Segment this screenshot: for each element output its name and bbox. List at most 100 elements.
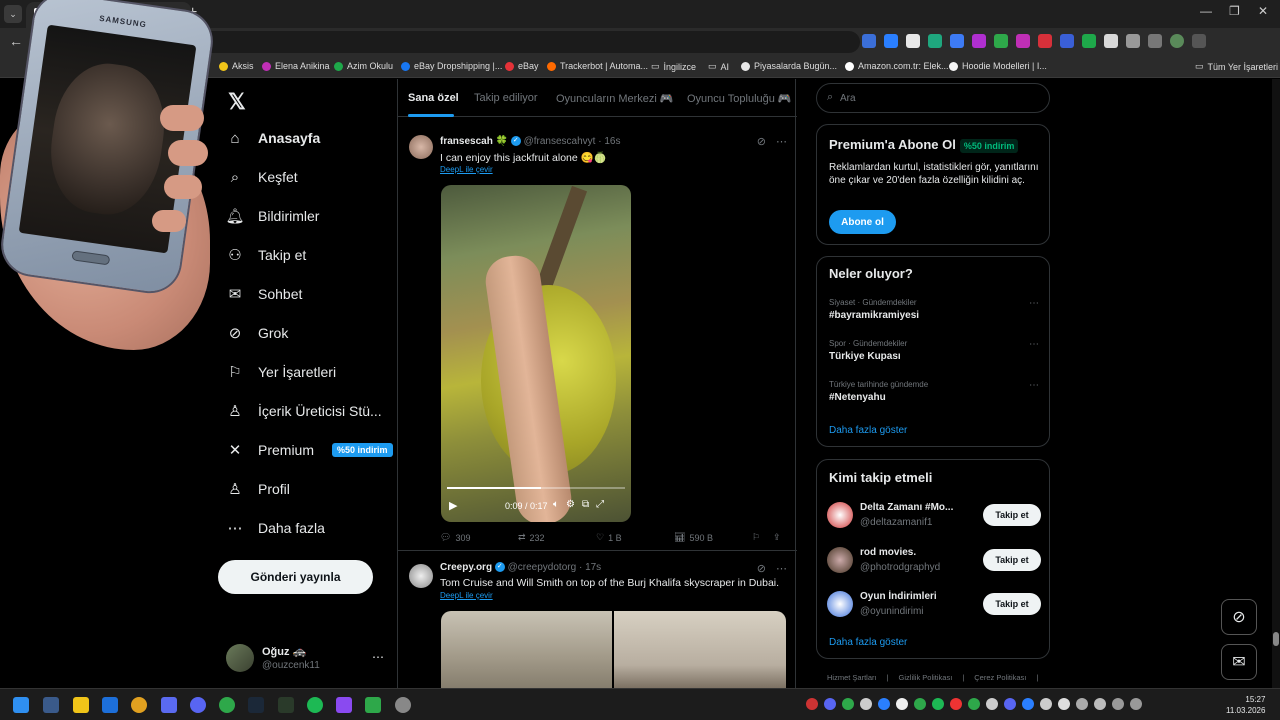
scrollbar[interactable]: [1272, 79, 1280, 688]
tray-icon[interactable]: [986, 698, 998, 710]
taskbar-clock[interactable]: 15:27 11.03.2026: [1226, 694, 1265, 716]
tray-icon[interactable]: [914, 698, 926, 710]
bookmark-item[interactable]: Trackerbot | Automa...: [547, 61, 648, 71]
more-icon[interactable]: ⋯: [1029, 298, 1039, 309]
fullscreen-icon[interactable]: ⤢: [596, 499, 604, 510]
tray-icon[interactable]: [1004, 698, 1016, 710]
tray-icon[interactable]: [932, 698, 944, 710]
retweet-button[interactable]: ⇄ 232: [518, 532, 545, 543]
back-icon[interactable]: ←: [9, 33, 23, 49]
more-icon[interactable]: ⋯: [1029, 380, 1039, 391]
follow-button[interactable]: Takip et: [983, 504, 1041, 526]
account-switcher[interactable]: Oğuz 🚓 @ouzcenk11 ⋯: [226, 642, 386, 674]
steam-icon[interactable]: [248, 697, 264, 713]
maximize-icon[interactable]: ❐: [1229, 4, 1240, 18]
search-input[interactable]: ⌕ Ara: [816, 83, 1050, 113]
tweet[interactable]: Creepy.org ✓ @creepydotorg · 17s ⊘ ⋯ Tom…: [398, 552, 797, 688]
bookmark-item[interactable]: eBay Dropshipping |...: [401, 61, 502, 71]
nav-chat[interactable]: ✉ Sohbet: [226, 285, 303, 303]
battery-icon[interactable]: [1076, 698, 1088, 710]
bookmark-item[interactable]: ▭ AI: [708, 61, 729, 72]
tray-icon[interactable]: [806, 698, 818, 710]
tweet-image[interactable]: [441, 611, 786, 688]
nav-follow[interactable]: ⚇ Takip et: [226, 246, 306, 264]
tray-icon[interactable]: [860, 698, 872, 710]
extension-icon[interactable]: [1104, 34, 1118, 48]
more-icon[interactable]: ⋯: [372, 650, 384, 664]
network-icon[interactable]: [1112, 698, 1124, 710]
tab-search-icon[interactable]: ⌄: [4, 5, 22, 23]
spotify-icon[interactable]: [307, 697, 323, 713]
extension-icon[interactable]: [994, 34, 1008, 48]
more-icon[interactable]: ⋯: [776, 562, 787, 575]
tray-icon[interactable]: [1058, 698, 1070, 710]
reply-button[interactable]: 💬︎ 309: [440, 532, 470, 543]
more-icon[interactable]: ⋯: [776, 135, 787, 148]
tray-icon[interactable]: [842, 698, 854, 710]
volume-icon[interactable]: 🔈︎: [553, 499, 559, 510]
file-explorer-icon[interactable]: [73, 697, 89, 713]
app-icon[interactable]: [395, 697, 411, 713]
follow-suggestion[interactable]: Delta Zamanı #Mo... @deltazamanif1 Takip…: [827, 500, 1041, 532]
show-more-link[interactable]: Daha fazla göster: [829, 637, 907, 648]
trend-item[interactable]: Türkiye tarihinde gündemde #Netenyahu ⋯: [829, 380, 1039, 403]
footer-link[interactable]: Gizlilik Politikası: [899, 673, 953, 682]
all-bookmarks[interactable]: ▭ Tüm Yer İşaretleri: [1195, 61, 1278, 72]
settings-icon[interactable]: ⚙: [566, 499, 575, 510]
forward-icon[interactable]: →: [32, 33, 46, 49]
volume-icon[interactable]: [1130, 698, 1142, 710]
new-tab-icon[interactable]: +: [188, 4, 197, 22]
more-icon[interactable]: ⋯: [1029, 339, 1039, 350]
chrome-icon[interactable]: [131, 697, 147, 713]
menu-icon[interactable]: [1148, 34, 1162, 48]
extension-icon[interactable]: [928, 34, 942, 48]
grok-icon[interactable]: ⊘: [757, 135, 766, 148]
bookmark-item[interactable]: Hoodie Modelleri | I...: [949, 61, 1047, 71]
tab-following[interactable]: Takip ediliyor: [474, 92, 538, 104]
show-more-link[interactable]: Daha fazla göster: [829, 425, 907, 436]
bookmark-item[interactable]: Elena Anikina: [262, 61, 330, 71]
nav-explore[interactable]: ⌕ Keşfet: [226, 168, 298, 186]
xbox-icon[interactable]: [219, 697, 235, 713]
puzzle-icon[interactable]: [1126, 34, 1140, 48]
avatar[interactable]: [409, 564, 433, 588]
extension-icon[interactable]: [1038, 34, 1052, 48]
video-progress-bar[interactable]: [447, 487, 625, 489]
nav-creator-studio[interactable]: ♙ İçerik Üreticisi Stü...: [226, 402, 381, 420]
post-button[interactable]: Gönderi yayınla: [218, 560, 373, 594]
bookmark-item[interactable]: Aksis: [219, 61, 254, 71]
bookmark-button[interactable]: ⚐: [752, 532, 760, 543]
address-bar[interactable]: [80, 31, 860, 53]
footer-link[interactable]: Çerez Politikası: [974, 673, 1026, 682]
extension-icon[interactable]: [1016, 34, 1030, 48]
bookmark-item[interactable]: Azim Okulu: [334, 61, 393, 71]
nav-premium[interactable]: ✕ Premium %50 indirim: [226, 441, 393, 459]
microphone-icon[interactable]: [1094, 698, 1106, 710]
tab-gamer-community[interactable]: Oyuncu Topluluğu 🎮: [687, 92, 792, 105]
tray-icon[interactable]: [968, 698, 980, 710]
tray-icon[interactable]: [1040, 698, 1052, 710]
app-icon[interactable]: [161, 697, 177, 713]
follow-button[interactable]: Takip et: [983, 549, 1041, 571]
minimize-icon[interactable]: —: [1200, 4, 1212, 18]
store-icon[interactable]: [102, 697, 118, 713]
reload-icon[interactable]: ↻: [57, 33, 69, 50]
extension-icon[interactable]: [906, 34, 920, 48]
play-icon[interactable]: ▶: [449, 499, 457, 512]
tray-icon[interactable]: [824, 698, 836, 710]
nav-home[interactable]: ⌂ Anasayfa: [226, 129, 320, 147]
close-tab-icon[interactable]: ✕: [174, 9, 183, 22]
windows-start-icon[interactable]: [13, 697, 29, 713]
extension-icon[interactable]: [1082, 34, 1096, 48]
bookmark-item[interactable]: eBay: [505, 61, 539, 71]
bookmark-item[interactable]: Piyasalarda Bugün...: [741, 61, 837, 71]
nav-profile[interactable]: ♙ Profil: [226, 480, 290, 498]
nav-grok[interactable]: ⊘ Grok: [226, 324, 289, 342]
browser-tab[interactable]: 𝕏 Anasayfa ✕: [26, 2, 191, 28]
translate-link[interactable]: DeepL ile çevir: [440, 165, 493, 174]
footer-link[interactable]: Hizmet Şartları: [827, 673, 877, 682]
bookmark-item[interactable]: Amazon.com.tr: Elek...: [845, 61, 949, 71]
trend-item[interactable]: Siyaset · Gündemdekiler #bayramikramiyes…: [829, 298, 1039, 321]
extension-icon[interactable]: [972, 34, 986, 48]
app-icon[interactable]: [336, 697, 352, 713]
